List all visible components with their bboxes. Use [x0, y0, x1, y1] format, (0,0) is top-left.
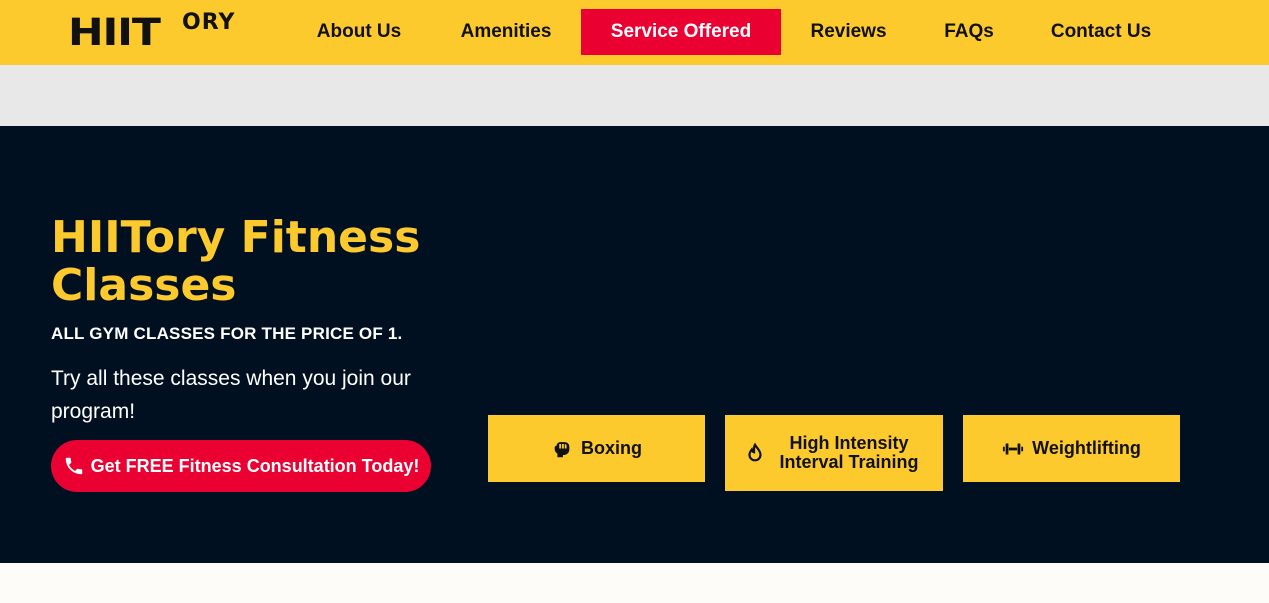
nav-item-about-us[interactable]: About Us [303, 9, 415, 55]
dumbbell-icon [1002, 438, 1024, 460]
class-label-weightlifting: Weightlifting [1032, 438, 1141, 458]
class-label-hiit: High Intensity Interval Training [779, 433, 919, 472]
nav-item-faqs[interactable]: FAQs [930, 9, 1008, 55]
nav-item-reviews[interactable]: Reviews [797, 9, 900, 55]
boxing-glove-icon [551, 438, 573, 460]
class-label-boxing: Boxing [581, 438, 642, 458]
site-header: HIIT ORY About Us Amenities Service Offe… [0, 0, 1269, 65]
nav-item-service-offered[interactable]: Service Offered [581, 9, 781, 55]
hero-title: HIITory Fitness Classes [51, 212, 421, 311]
nav-item-amenities[interactable]: Amenities [446, 9, 566, 55]
main-nav: About Us Amenities Service Offered Revie… [0, 0, 1269, 65]
class-card-boxing[interactable]: Boxing [488, 415, 705, 482]
free-consultation-button[interactable]: Get FREE Fitness Consultation Today! [51, 440, 431, 492]
cta-label: Get FREE Fitness Consultation Today! [90, 455, 420, 476]
flame-icon [744, 442, 766, 464]
nav-item-contact-us[interactable]: Contact Us [1037, 9, 1165, 55]
class-card-hiit[interactable]: High Intensity Interval Training [725, 415, 943, 491]
hero-section: HIITory Fitness Classes ALL GYM CLASSES … [0, 126, 1269, 563]
gray-band [0, 65, 1269, 126]
hero-description: Try all these classes when you join our … [51, 367, 411, 423]
phone-icon [63, 455, 85, 477]
class-card-weightlifting[interactable]: Weightlifting [963, 415, 1180, 482]
hero-subtitle: ALL GYM CLASSES FOR THE PRICE OF 1. [51, 324, 403, 343]
